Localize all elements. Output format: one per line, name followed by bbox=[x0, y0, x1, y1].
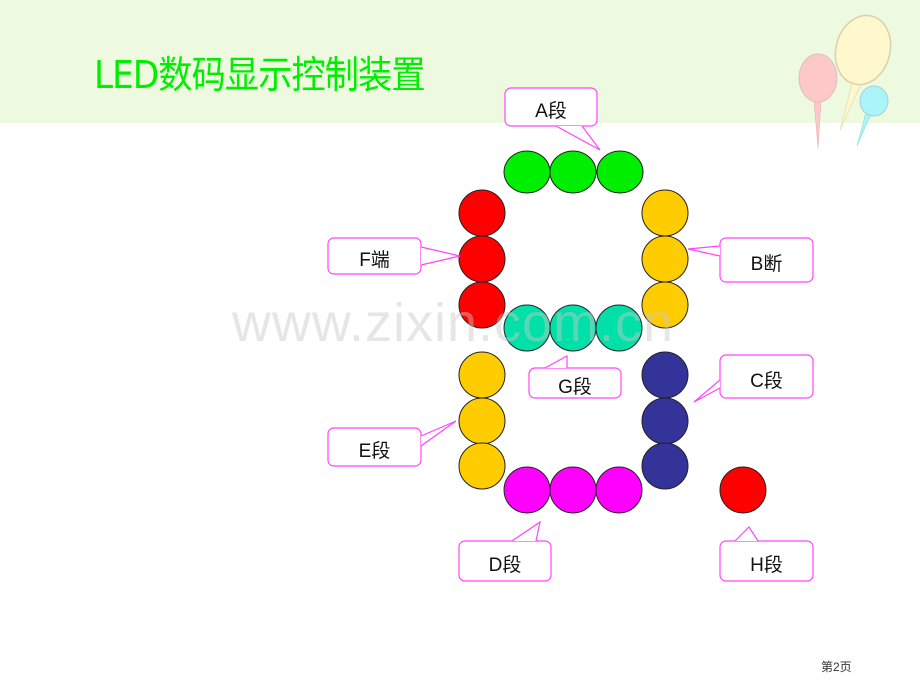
cyan-balloon bbox=[859, 85, 889, 117]
segment-c-led-1 bbox=[641, 351, 689, 399]
segment-a-led-1 bbox=[503, 150, 551, 194]
segment-a-led-2 bbox=[549, 150, 597, 194]
segment-d-led-2 bbox=[549, 466, 597, 514]
segment-e-led-1 bbox=[458, 351, 506, 399]
callout-pointer-a bbox=[555, 125, 601, 151]
segment-e-led-3 bbox=[458, 442, 506, 490]
segment-e-led-2 bbox=[458, 397, 506, 445]
led-segments bbox=[458, 150, 767, 514]
callout-pointer-h bbox=[734, 526, 759, 542]
segment-c-led-3 bbox=[641, 442, 689, 490]
segment-f-led-2 bbox=[458, 235, 506, 283]
callout-pointer-b bbox=[687, 245, 721, 257]
callout-pointer-g bbox=[544, 354, 568, 369]
yellow-balloon bbox=[834, 14, 892, 86]
segment-g-led-2 bbox=[549, 304, 597, 352]
callout-label-c: C段 bbox=[750, 370, 783, 392]
segment-c-led-2 bbox=[641, 397, 689, 445]
segment-b-led-1 bbox=[641, 189, 689, 237]
pink-balloon bbox=[798, 53, 838, 103]
callout-pointer-f bbox=[420, 246, 461, 266]
callout-pointer-d bbox=[511, 520, 541, 542]
pink-balloon-stick bbox=[813, 99, 822, 149]
callout-label-h: H段 bbox=[750, 555, 783, 576]
segment-b-led-2 bbox=[641, 235, 689, 283]
segment-d-led-1 bbox=[503, 466, 551, 514]
callout-label-b: B断 bbox=[750, 254, 783, 275]
page-number: 第2页 bbox=[821, 660, 852, 674]
balloons-decoration bbox=[798, 14, 892, 149]
callout-label-g: G段 bbox=[558, 377, 592, 398]
led-diagram bbox=[327, 14, 892, 582]
callout-label-d: D段 bbox=[488, 555, 522, 576]
callout-label-a: A段 bbox=[535, 101, 567, 122]
segment-a-led-3 bbox=[596, 150, 644, 194]
segment-h-led-1 bbox=[719, 466, 767, 514]
cyan-balloon-stick bbox=[856, 111, 872, 147]
segment-g-led-3 bbox=[595, 304, 643, 352]
segment-f-led-1 bbox=[458, 189, 506, 237]
callout-pointer-c bbox=[693, 379, 721, 403]
yellow-balloon-stick bbox=[839, 79, 863, 131]
segment-f-led-3 bbox=[458, 281, 506, 329]
segment-d-led-3 bbox=[595, 466, 643, 514]
callout-label-f: F端 bbox=[359, 250, 390, 271]
segment-g-led-1 bbox=[503, 304, 551, 352]
callout-label-e: E段 bbox=[358, 441, 391, 462]
segment-b-led-3 bbox=[641, 281, 689, 329]
callout-pointer-e bbox=[420, 420, 457, 447]
